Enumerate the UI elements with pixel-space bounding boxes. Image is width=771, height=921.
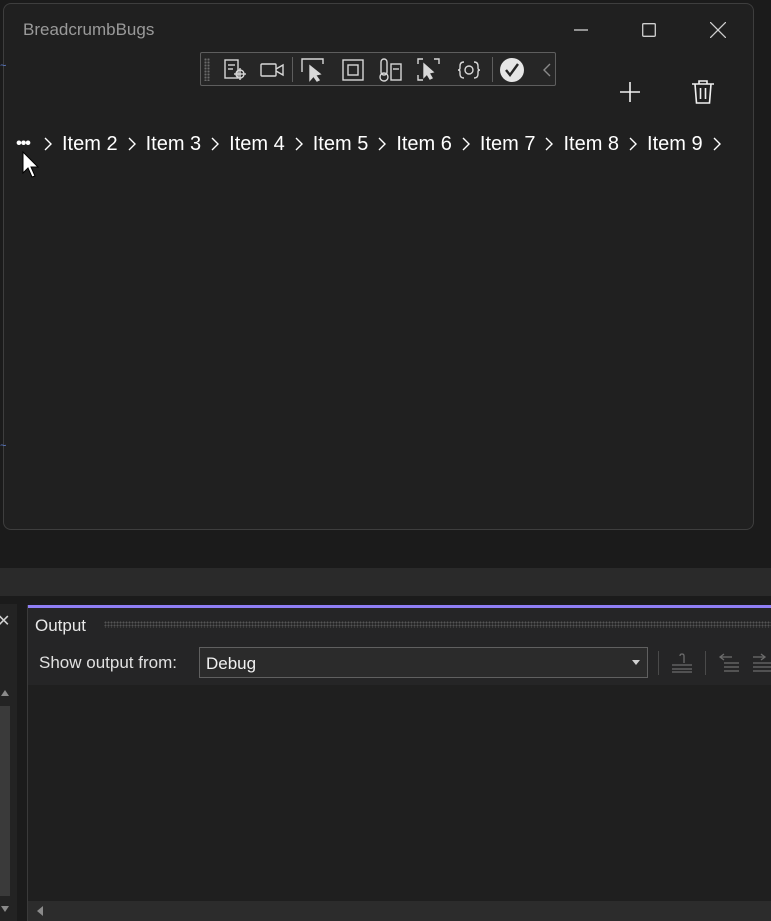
next-message-button[interactable] <box>750 651 771 675</box>
minimize-icon <box>574 29 588 31</box>
toolbar-grip[interactable] <box>204 58 210 81</box>
binding-failures-button[interactable] <box>455 56 483 83</box>
hot-reload-icon <box>379 57 402 82</box>
previous-message-icon <box>718 653 739 672</box>
chevron-right-icon <box>703 137 731 151</box>
display-layout-adorners-button[interactable] <box>339 56 367 83</box>
editor-fragment: ~ <box>0 60 7 72</box>
dropdown-arrow-icon <box>632 660 640 665</box>
close-button[interactable] <box>695 14 741 46</box>
track-focus-button[interactable] <box>415 56 443 83</box>
output-panel: Output Show output from: Debug <box>27 605 771 921</box>
breadcrumb-item[interactable]: Item 3 <box>146 133 202 156</box>
hot-reload-button[interactable] <box>377 56 405 83</box>
breadcrumb-item[interactable]: Item 4 <box>229 133 285 156</box>
show-output-label: Show output from: <box>39 653 177 672</box>
chevron-right-icon <box>201 137 229 151</box>
in-app-debug-toolbar <box>200 52 556 86</box>
accessibility-checker-button[interactable] <box>498 56 526 83</box>
breadcrumb-item[interactable]: Item 6 <box>396 133 452 156</box>
mouse-cursor-icon <box>22 151 40 178</box>
horizontal-scrollbar[interactable] <box>28 901 771 921</box>
scroll-up-icon[interactable] <box>1 690 9 696</box>
select-element-icon <box>301 57 324 82</box>
maximize-icon <box>642 23 656 37</box>
close-icon <box>710 22 726 38</box>
plus-icon <box>620 82 640 102</box>
chevron-right-icon <box>535 137 563 151</box>
panel-grip[interactable] <box>104 621 771 628</box>
breadcrumb-item[interactable]: Item 2 <box>62 133 118 156</box>
breadcrumb-item[interactable]: Item 5 <box>313 133 369 156</box>
ide-status-strip <box>0 568 771 596</box>
record-button[interactable] <box>258 56 286 83</box>
record-icon <box>260 62 284 77</box>
output-source-dropdown[interactable]: Debug <box>199 647 648 678</box>
output-text-area[interactable] <box>28 685 771 901</box>
find-message-button[interactable] <box>670 651 694 675</box>
chevron-right-icon <box>285 137 313 151</box>
output-title: Output <box>35 616 87 635</box>
find-message-icon <box>672 653 692 673</box>
breadcrumb-bar: ••• Item 2 Item 3 Item 4 Item 5 Item 6 I… <box>12 129 731 159</box>
chevron-right-icon <box>619 137 647 151</box>
maximize-button[interactable] <box>626 14 672 46</box>
add-item-button[interactable] <box>614 76 646 108</box>
previous-message-button[interactable] <box>717 651 741 675</box>
output-source-value: Debug <box>206 654 257 673</box>
breadcrumb-item[interactable]: Item 8 <box>563 133 619 156</box>
active-panel-accent <box>28 605 771 608</box>
accessibility-checker-icon <box>500 57 524 82</box>
close-icon[interactable]: ✕ <box>0 611 10 631</box>
collapse-chevron-icon <box>543 63 551 76</box>
collapse-toolbar-button[interactable] <box>533 56 561 83</box>
scroll-down-icon[interactable] <box>1 906 9 912</box>
chevron-right-icon <box>368 137 396 151</box>
breadcrumb-item[interactable]: Item 9 <box>647 133 703 156</box>
next-message-icon <box>753 653 771 672</box>
breadcrumb-item[interactable]: Item 7 <box>480 133 536 156</box>
trash-icon <box>692 80 714 104</box>
minimize-button[interactable] <box>558 14 604 46</box>
binding-failures-icon <box>457 60 481 79</box>
vertical-scrollbar[interactable] <box>0 706 10 896</box>
chevron-right-icon <box>452 137 480 151</box>
chevron-right-icon <box>118 137 146 151</box>
app-window: BreadcrumbBugs ••• Item 2 Item 3 Item 4 … <box>3 3 754 530</box>
delete-item-button[interactable] <box>687 76 719 108</box>
select-element-button[interactable] <box>299 56 327 83</box>
live-visual-tree-icon <box>224 58 246 80</box>
live-visual-tree-button[interactable] <box>221 56 249 83</box>
track-focus-icon <box>417 57 440 81</box>
scroll-left-icon[interactable] <box>37 906 43 916</box>
chevron-right-icon <box>34 137 62 151</box>
editor-fragment: ~ <box>0 440 7 452</box>
window-title: BreadcrumbBugs <box>23 20 155 39</box>
display-layout-adorners-icon <box>342 58 364 81</box>
